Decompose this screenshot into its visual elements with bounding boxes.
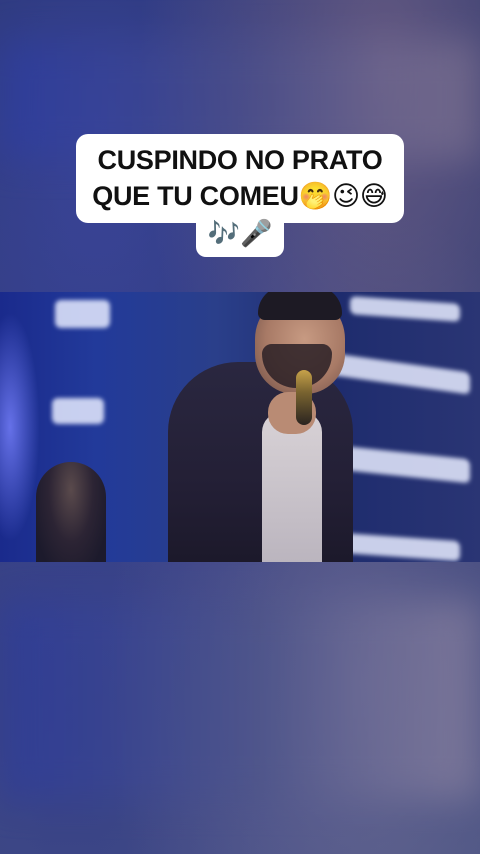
video-frame[interactable]	[0, 292, 480, 562]
singer-jacket	[168, 362, 353, 562]
stage-light	[55, 300, 110, 328]
background-musician	[36, 462, 106, 562]
stage-light	[52, 398, 104, 424]
caption-overlay: CUSPINDO NO PRATO QUE TU COMEU🤭😉😅 🎶🎤	[0, 134, 480, 257]
music-mic-icon: 🎶🎤	[207, 219, 273, 249]
microphone	[296, 370, 312, 425]
caption-box: CUSPINDO NO PRATO QUE TU COMEU🤭😉😅	[76, 134, 404, 223]
story-screen: CUSPINDO NO PRATO QUE TU COMEU🤭😉😅 🎶🎤	[0, 0, 480, 854]
singer-shirt	[262, 412, 322, 562]
background-blur-bottom	[0, 600, 480, 800]
caption-line-2: QUE TU COMEU🤭😉😅	[92, 178, 388, 215]
singer-hair	[258, 292, 342, 320]
caption-line-1: CUSPINDO NO PRATO	[97, 145, 383, 175]
caption-box-sub: 🎶🎤	[195, 217, 285, 257]
stage-light	[340, 532, 460, 562]
emoji-reaction-icon: 🤭😉😅	[298, 181, 388, 212]
caption-line-2-text: QUE TU COMEU	[92, 181, 299, 211]
stage-glow	[0, 312, 40, 542]
stage-light	[350, 296, 460, 322]
